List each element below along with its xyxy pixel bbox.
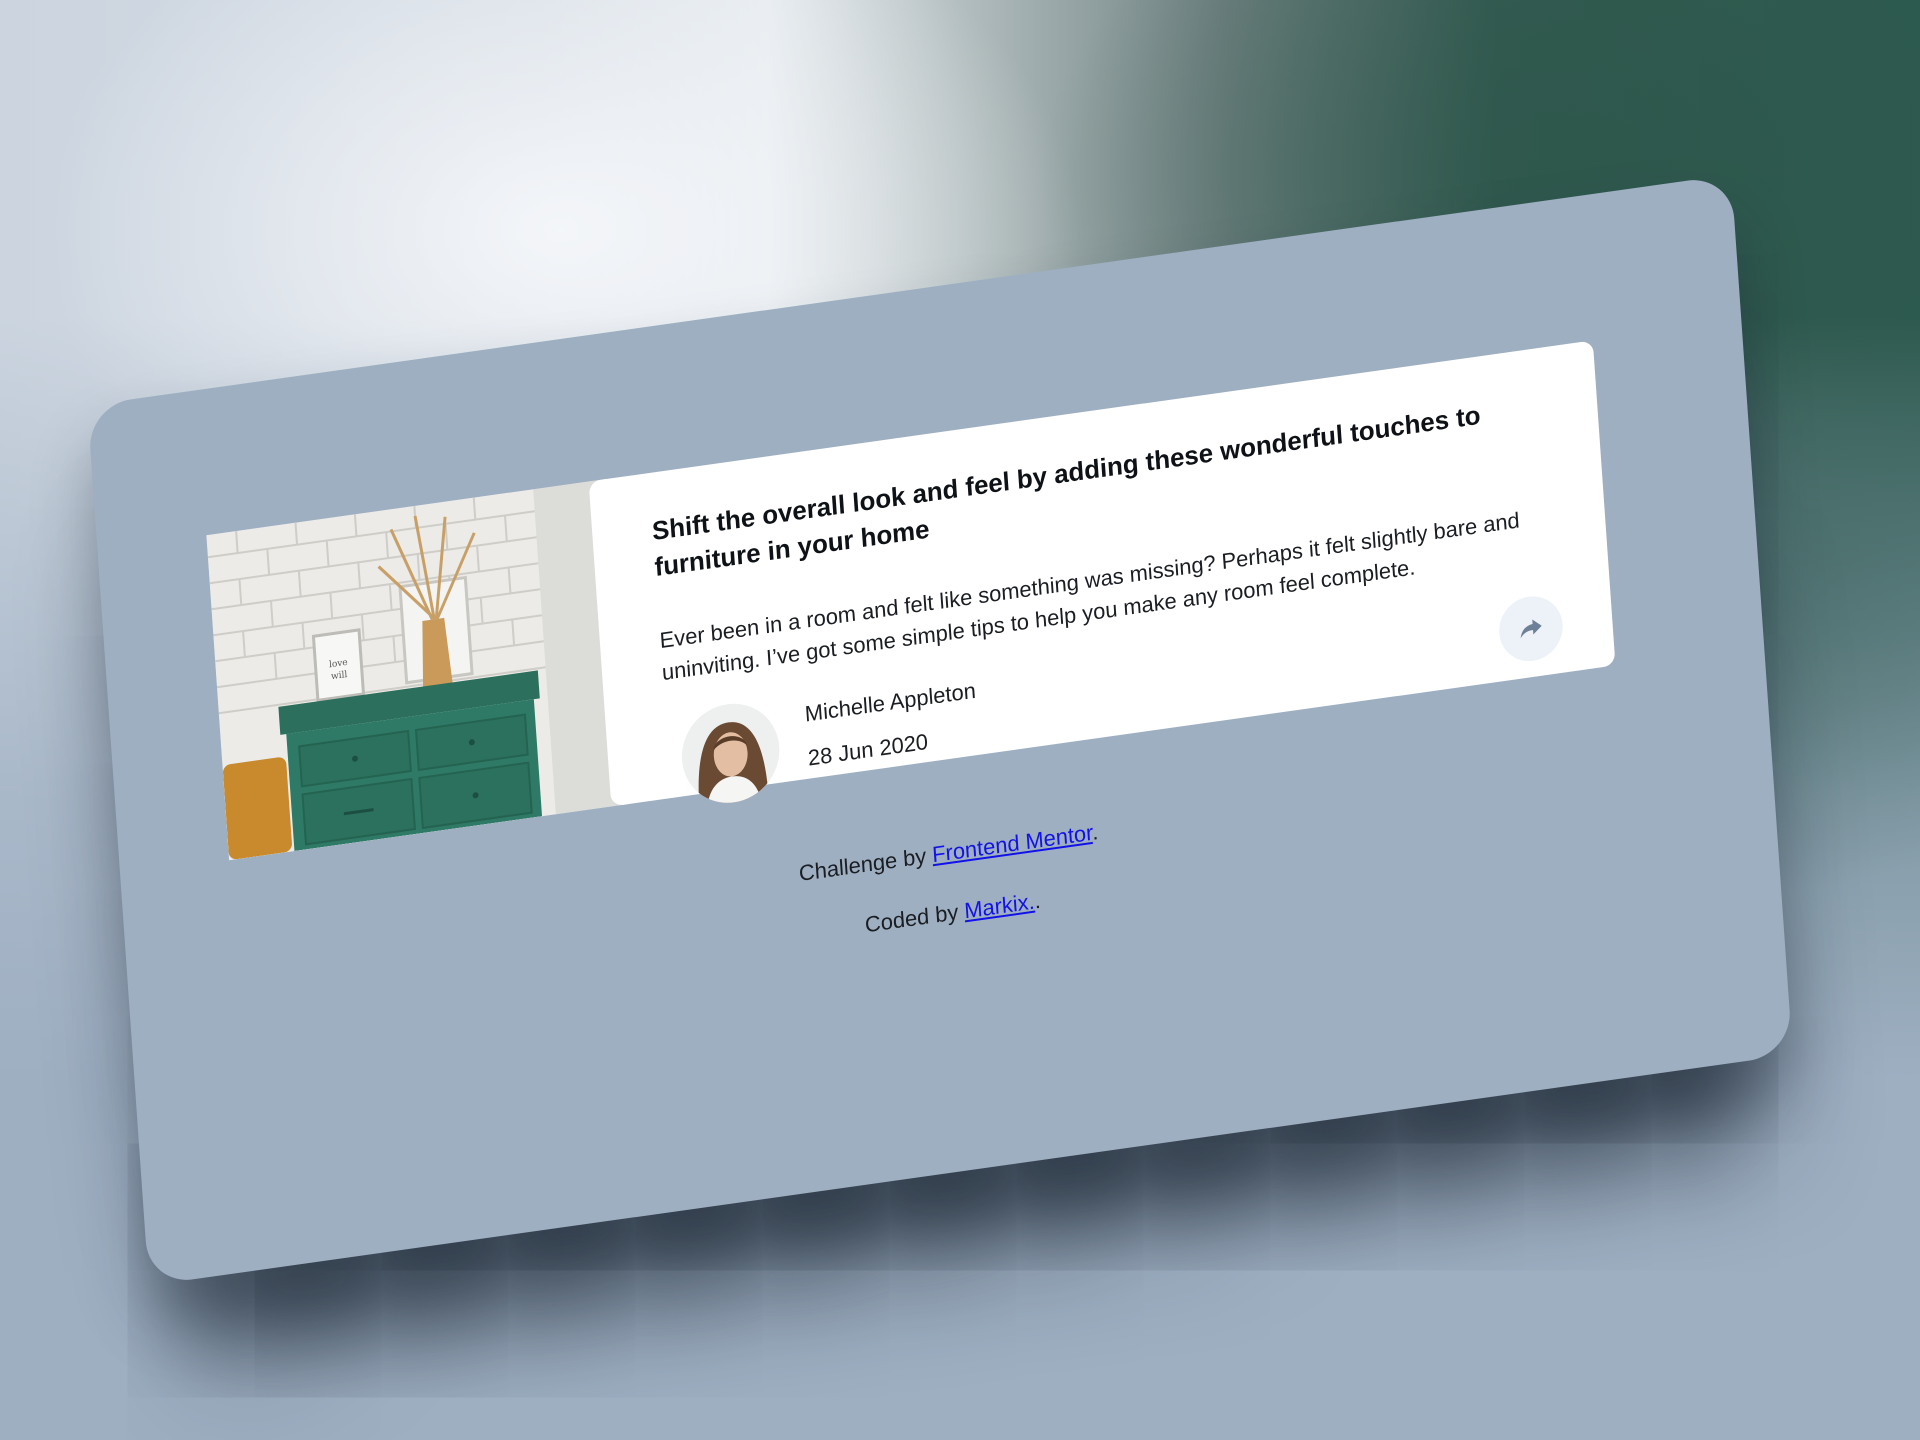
author-info: Michelle Appleton 28 Jun 2020 xyxy=(678,678,977,821)
avatar-illustration xyxy=(678,697,783,810)
author-name: Michelle Appleton xyxy=(804,677,977,727)
coded-suffix: . xyxy=(1033,887,1042,914)
avatar-photo xyxy=(678,697,783,810)
tilted-screen-mockup: love will Shift the overall look and fee… xyxy=(87,174,1793,1286)
publish-date: 28 Jun 2020 xyxy=(807,728,929,771)
drawers-photo: love will xyxy=(206,479,626,861)
challenge-prefix: Challenge by xyxy=(798,843,928,887)
coded-prefix: Coded by xyxy=(864,899,960,938)
article-content: Shift the overall look and feel by addin… xyxy=(602,340,1616,810)
frontend-mentor-link[interactable]: Frontend Mentor xyxy=(931,820,1093,867)
share-button[interactable] xyxy=(1496,592,1565,666)
page-viewport: love will Shift the overall look and fee… xyxy=(87,174,1793,1286)
markix-link[interactable]: Markix. xyxy=(963,889,1035,924)
share-icon xyxy=(1520,619,1542,639)
drawers-illustration: love will xyxy=(206,479,626,861)
challenge-suffix: . xyxy=(1091,818,1100,845)
